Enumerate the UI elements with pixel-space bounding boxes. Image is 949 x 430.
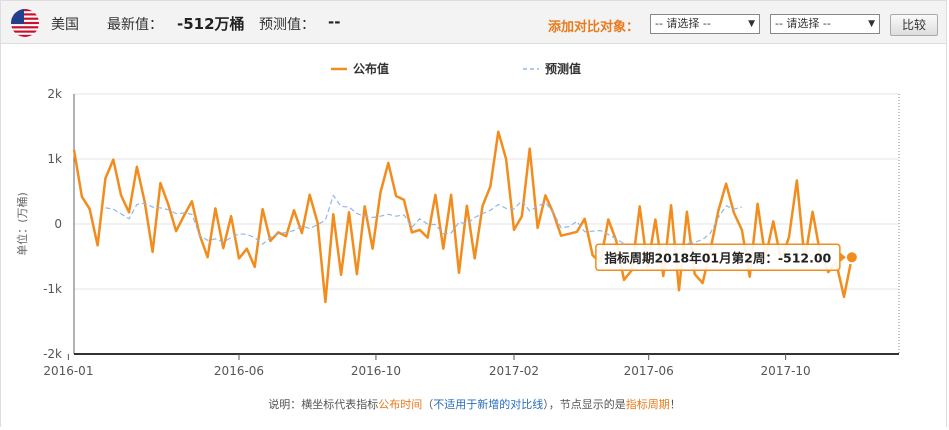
chart-area: 公布值 预测值 -2k -1k 0 1k 2k 单位：(万桶) 2016-01 2016-06… — [0, 44, 947, 427]
footnote-not-applicable: 不适用于新增的对比线 — [433, 398, 544, 411]
chart-footnote: 说明：横坐标代表指标公布时间（不适用于新增的对比线），节点显示的是指标周期！ — [0, 396, 949, 412]
chart-series[interactable] — [72, 130, 859, 304]
chevron-down-icon: ▼ — [868, 19, 875, 29]
x-axis: 2016-01 2016-06 2016-10 2017-02 2017-06 2017-… — [43, 353, 899, 378]
y-tick-label: 2k — [47, 87, 62, 101]
x-tick-label: 2017-02 — [489, 364, 539, 378]
line-chart: 公布值 预测值 -2k -1k 0 1k 2k 单位：(万桶) 2016-01 2016-06… — [15, 61, 900, 378]
x-tick-label: 2016-10 — [351, 364, 401, 378]
footnote-text-1: 说明：横坐标代表指标 — [268, 398, 379, 411]
header-bar: 美国 最新值： -512万桶 预测值： -- 添加对比对象： -- 请选择 --… — [0, 0, 947, 44]
x-tick-label: 2016-01 — [43, 364, 93, 378]
y-tick-label: -1k — [43, 282, 62, 296]
compare-select-1-value: -- 请选择 -- — [655, 17, 711, 30]
forecast-line — [105, 194, 743, 252]
latest-value-label: 最新值： — [107, 17, 163, 33]
legend-label: 公布值 — [353, 61, 389, 76]
footnote-text-3: ），节点显示的是 — [543, 398, 626, 411]
chevron-down-icon: ▼ — [748, 19, 755, 29]
x-tick-label: 2016-06 — [214, 364, 264, 378]
highlighted-point — [844, 250, 859, 265]
actual-line — [72, 130, 854, 304]
compare-label: 添加对比对象： — [548, 20, 640, 35]
footnote-publish-time: 公布时间 — [378, 398, 423, 411]
footnote-text-4: ！ — [669, 398, 681, 411]
tooltip-pointer — [839, 252, 846, 263]
compare-select-1[interactable]: -- 请选择 -- ▼ — [650, 14, 760, 34]
y-axis-label: 单位：(万桶) — [15, 192, 29, 256]
latest-value: -512万桶 — [177, 15, 245, 33]
compare-button[interactable]: 比较 — [890, 14, 938, 36]
chart-legend[interactable]: 公布值 预测值 — [331, 61, 581, 76]
y-tick-label: -2k — [43, 347, 62, 361]
legend-label: 预测值 — [545, 61, 581, 76]
x-tick-label: 2017-06 — [624, 364, 674, 378]
chart-tooltip: 指标周期2018年01月第2周：-512.00 — [595, 243, 846, 272]
forecast-value: -- — [328, 13, 341, 31]
footnote-indicator-period: 指标周期 — [625, 398, 670, 411]
tooltip-text: 指标周期2018年01月第2周：-512.00 — [604, 250, 831, 265]
compare-select-2-value: -- 请选择 -- — [775, 17, 831, 30]
forecast-value-label: 预测值： — [259, 17, 315, 33]
country-name: 美国 — [51, 17, 79, 33]
y-tick-label: 1k — [47, 152, 62, 166]
footnote-text-2: （ — [422, 398, 434, 411]
x-tick-label: 2017-10 — [761, 364, 811, 378]
us-flag-icon — [11, 9, 39, 37]
y-tick-label: 0 — [54, 217, 62, 231]
compare-select-2[interactable]: -- 请选择 -- ▼ — [770, 14, 880, 34]
